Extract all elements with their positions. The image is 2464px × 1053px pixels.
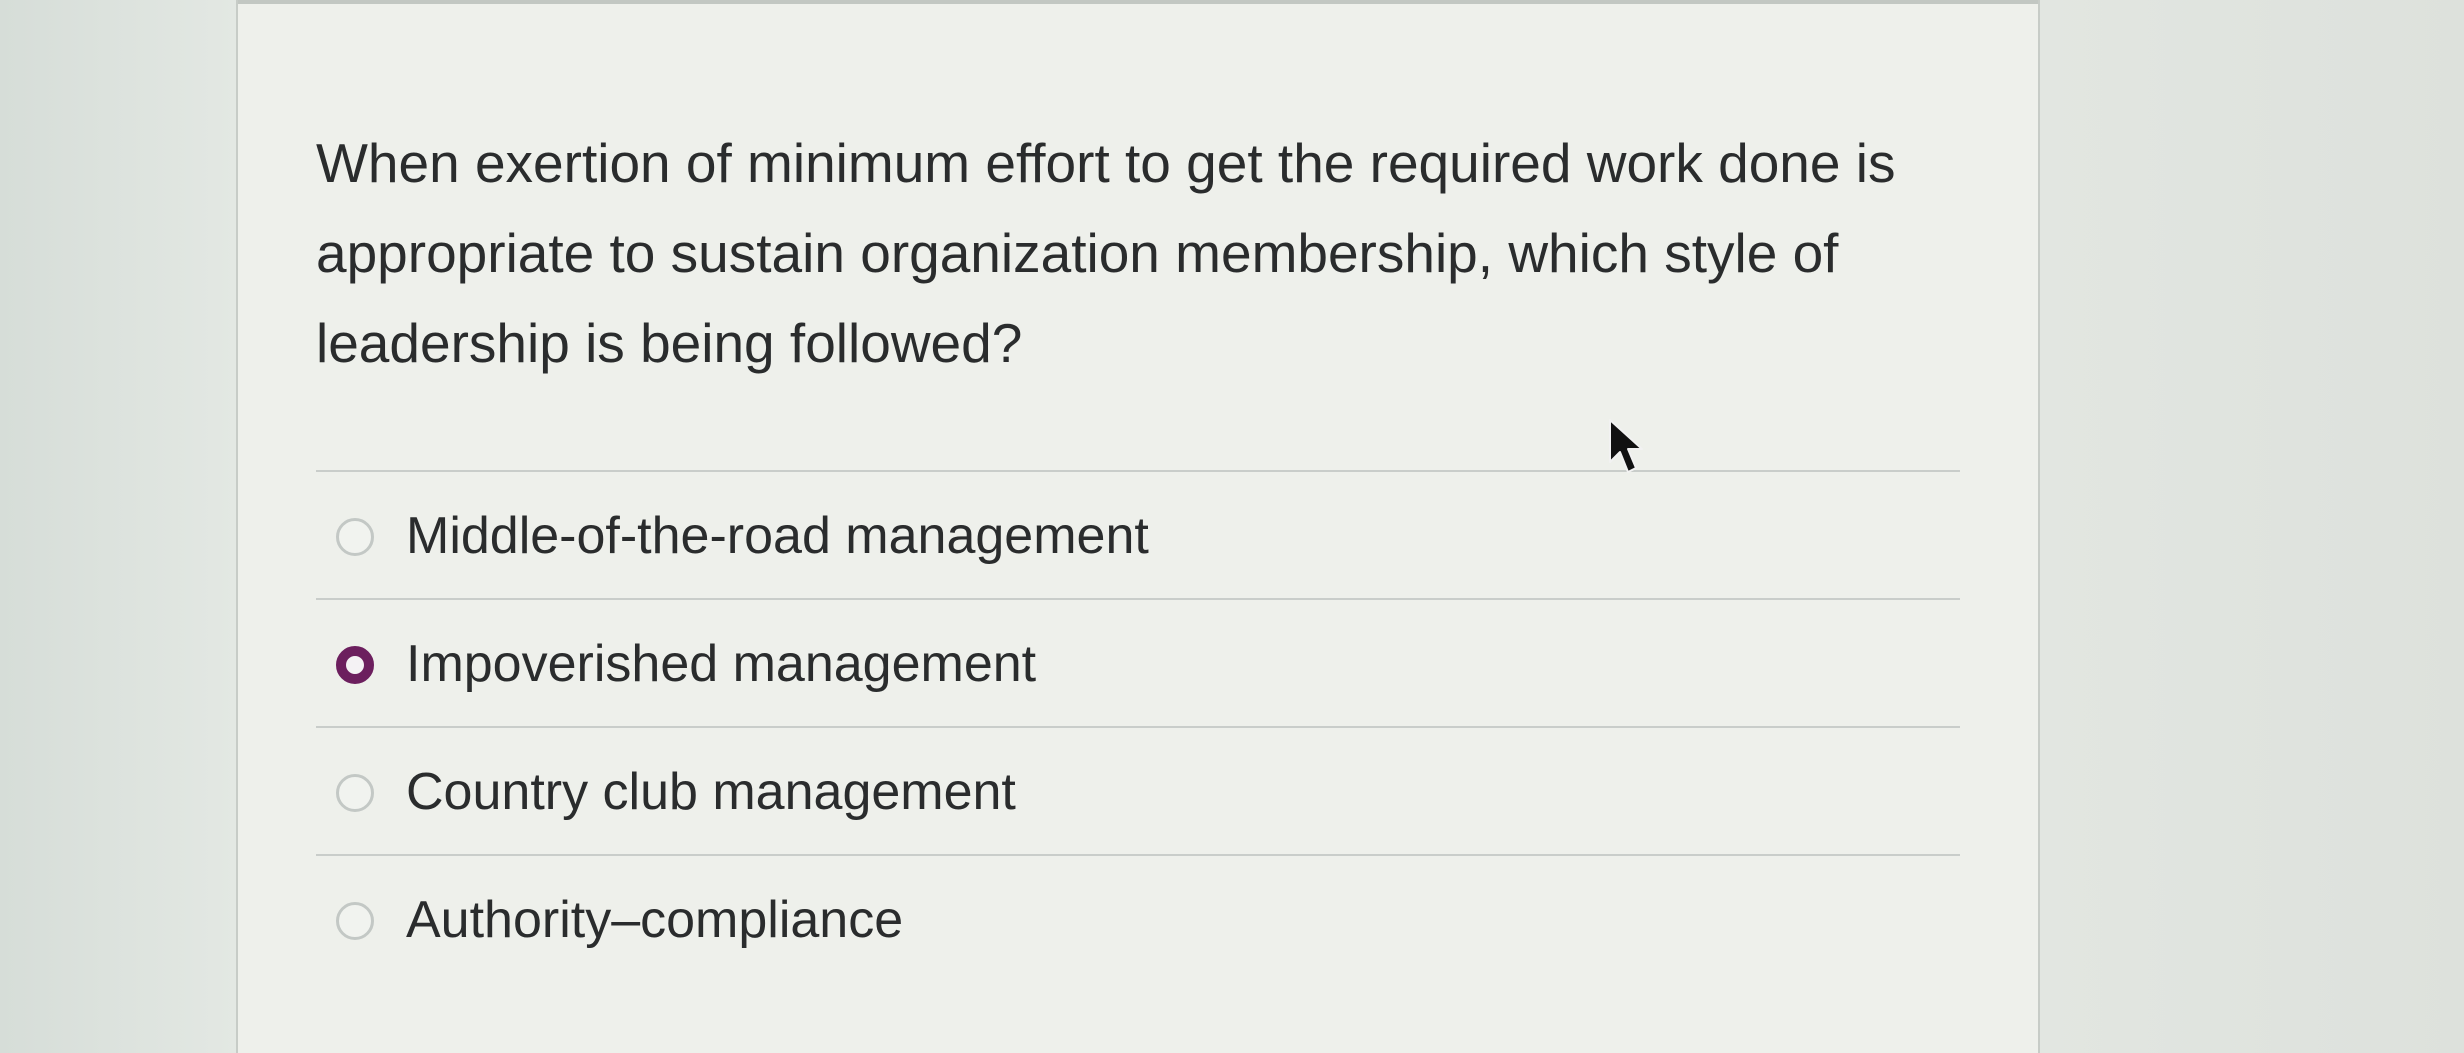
answer-option-label[interactable]: Authority–compliance <box>406 888 903 952</box>
answer-option-label[interactable]: Middle-of-the-road management <box>406 504 1149 568</box>
answer-options: Middle-of-the-road management Impoverish… <box>316 470 1960 982</box>
answer-option-middle-of-the-road[interactable]: Middle-of-the-road management <box>316 470 1960 598</box>
answer-option-country-club[interactable]: Country club management <box>316 726 1960 854</box>
question-text: When exertion of minimum effort to get t… <box>316 132 1896 374</box>
card-top-divider <box>238 0 2038 4</box>
background-right <box>2040 0 2464 1053</box>
mouse-pointer-icon <box>1609 419 1643 473</box>
background-left <box>0 0 236 1053</box>
radio-button-icon[interactable] <box>336 902 374 940</box>
radio-button-icon[interactable] <box>336 518 374 556</box>
radio-button-icon[interactable] <box>336 774 374 812</box>
answer-option-impoverished[interactable]: Impoverished management <box>316 598 1960 726</box>
question-card: When exertion of minimum effort to get t… <box>236 0 2040 1053</box>
answer-option-authority-compliance[interactable]: Authority–compliance <box>316 854 1960 982</box>
radio-button-selected-icon[interactable] <box>336 646 374 684</box>
answer-option-label[interactable]: Country club management <box>406 760 1016 824</box>
answer-option-label[interactable]: Impoverished management <box>406 632 1036 696</box>
